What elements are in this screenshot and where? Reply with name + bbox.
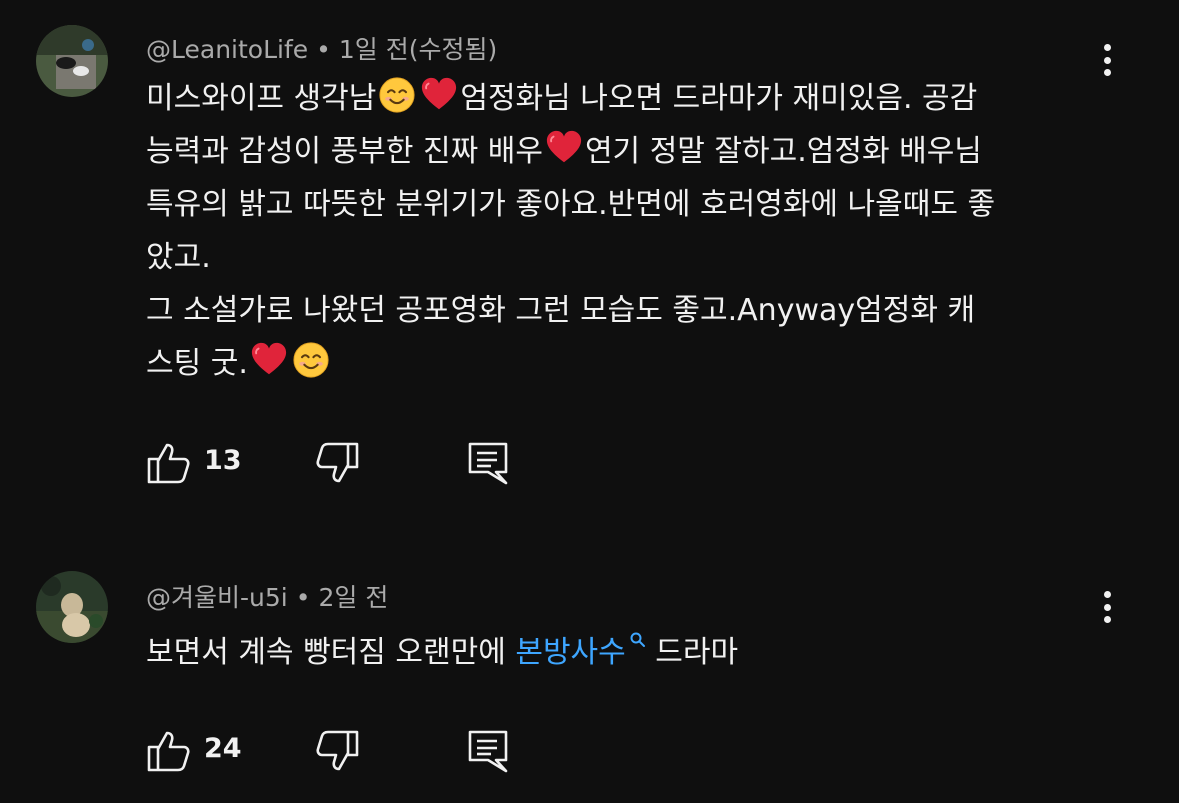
thumbs-up-icon[interactable] [146,440,192,486]
thumbs-down-icon[interactable] [314,440,360,486]
comment-actions: 24 [146,728,546,774]
comment-text-line: 스팅 굿. [146,346,248,381]
avatar[interactable] [36,25,108,97]
red-heart-emoji [420,76,458,114]
smiling-face-emoji [292,341,330,379]
comment-text-line: 미스와이프 생각남 [146,81,377,116]
comment-text-line: 그 소설가로 나왔던 공포영화 그런 모습도 좋고.Anyway엄정화 캐 [146,293,976,328]
author-name[interactable]: @겨울비-u5i [146,583,288,612]
like-count: 13 [204,445,242,476]
comment-text-part: 보면서 계속 빵터짐 오랜만에 [146,635,516,670]
separator-dot: • [295,583,311,612]
comment-header: @LeanitoLife • 1일 전(수정됨) [146,30,497,66]
comment-text-line: 연기 정말 잘하고.엄정화 배우님 [584,134,982,169]
comment-actions: 13 [146,440,546,486]
like-count: 24 [204,733,242,764]
reply-icon[interactable] [466,440,512,486]
comment-time[interactable]: 2일 전 [318,583,388,612]
comment-header: @겨울비-u5i • 2일 전 [146,578,388,614]
search-icon[interactable] [630,632,646,648]
reply-icon[interactable] [466,728,512,774]
comment-time[interactable]: 1일 전(수정됨) [339,35,497,64]
search-link-label[interactable]: 본방사수 [515,635,625,670]
author-name[interactable]: @LeanitoLife [146,35,308,64]
thumbs-down-icon[interactable] [314,728,360,774]
smiling-face-emoji [378,76,416,114]
comment-text: 보면서 계속 빵터짐 오랜만에 본방사수 드라마 [146,626,1089,679]
separator-dot: • [316,35,331,64]
comment-text-line: 특유의 밝고 따뜻한 분위기가 좋아요.반면에 호러영화에 나올때도 좋 [146,187,996,222]
red-heart-emoji [250,341,288,379]
comment-text-part: 드라마 [645,635,739,670]
comment-text: 미스와이프 생각남 엄정화님 나오면 드라마가 재미있음. 공감 능력과 감성이 … [146,72,1089,390]
thumbs-up-icon[interactable] [146,728,192,774]
more-vertical-icon[interactable] [1096,587,1118,627]
comment-text-line: 았고. [146,240,211,275]
avatar[interactable] [36,571,108,643]
more-vertical-icon[interactable] [1096,40,1118,80]
comment-text-line: 능력과 감성이 풍부한 진짜 배우 [146,134,543,169]
red-heart-emoji [545,129,583,167]
comment-text-line: 엄정화님 나오면 드라마가 재미있음. 공감 [460,81,978,116]
search-link[interactable]: 본방사수 [515,632,646,670]
